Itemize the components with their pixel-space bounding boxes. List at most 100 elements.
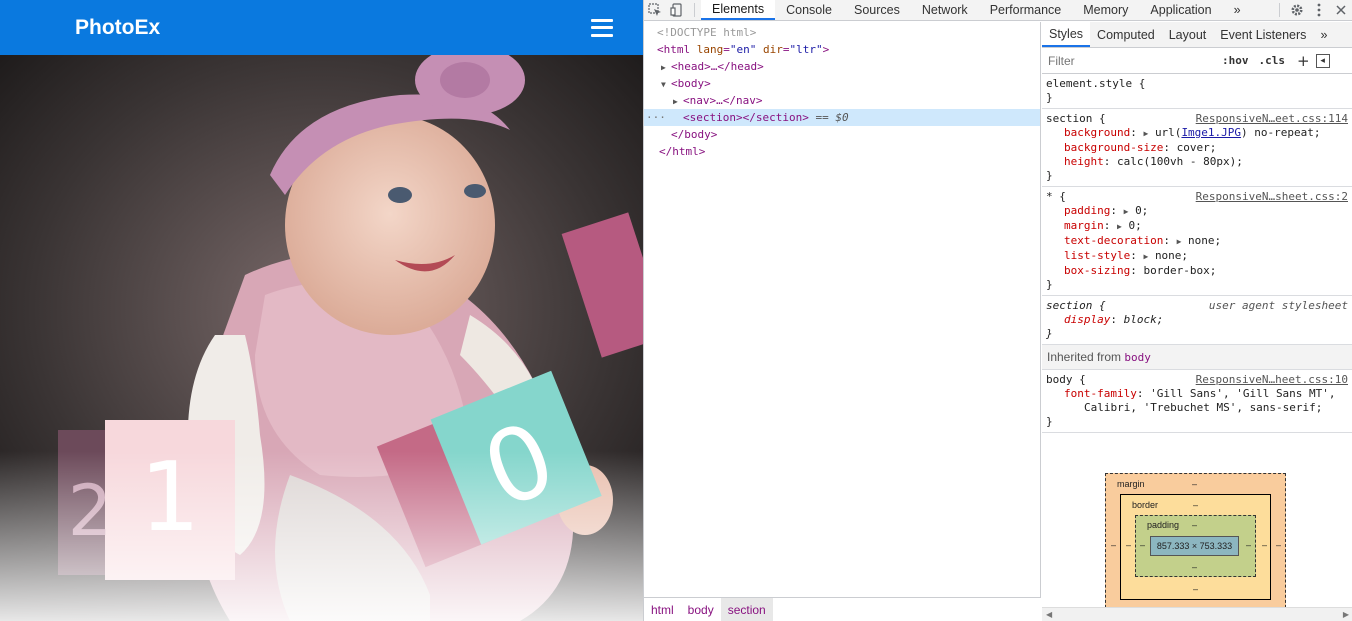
image-url-link[interactable]: Imge1.JPG <box>1181 126 1241 139</box>
tab-performance[interactable]: Performance <box>979 0 1073 20</box>
property-value: none; <box>1188 234 1222 247</box>
rule-close: } <box>1046 415 1053 428</box>
toolbar-divider <box>694 3 695 17</box>
declaration[interactable]: list-style: ▶ none; <box>1046 249 1349 264</box>
dom-nav[interactable]: ▶ <nav>…</nav> <box>644 92 1040 109</box>
tab-event-listeners[interactable]: Event Listeners <box>1213 22 1313 47</box>
hamburger-menu-icon[interactable] <box>591 18 613 37</box>
rule-section[interactable]: section { ResponsiveN…eet.css:114 backgr… <box>1042 109 1352 187</box>
tab-sources[interactable]: Sources <box>843 0 911 20</box>
dom-body-close[interactable]: </body> <box>644 126 1040 143</box>
dom-body-open[interactable]: ▼ <body> <box>644 75 1040 92</box>
property-value: ) no-repeat; <box>1241 126 1321 139</box>
brand-logo[interactable]: PhotoEx <box>75 16 160 40</box>
site-navbar: PhotoEx <box>0 0 643 55</box>
declaration[interactable]: margin: ▶ 0; <box>1046 219 1349 234</box>
crumb-html[interactable]: html <box>644 598 681 621</box>
styles-tabs: Styles Computed Layout Event Listeners » <box>1042 22 1352 48</box>
padding-left-value[interactable]: – <box>1140 540 1145 550</box>
more-tabs-icon[interactable]: » <box>1223 0 1252 20</box>
expand-arrow-icon[interactable]: ▶ <box>1117 222 1122 231</box>
rule-body[interactable]: body { ResponsiveN…heet.css:10 font-fami… <box>1042 370 1352 433</box>
hover-state-toggle[interactable]: :hov <box>1222 54 1249 67</box>
rule-close: } <box>1046 169 1053 182</box>
kebab-menu-icon[interactable] <box>1308 0 1330 20</box>
rule-source-link[interactable]: ResponsiveN…eet.css:114 <box>1196 112 1348 126</box>
tab-application[interactable]: Application <box>1139 0 1222 20</box>
declaration[interactable]: box-sizing: border-box; <box>1046 264 1349 278</box>
box-model-diagram: margin – – – border – – – – padding – – … <box>1105 473 1286 613</box>
nav-tag: <nav>…</nav> <box>683 94 763 107</box>
inspect-element-icon[interactable] <box>644 0 666 20</box>
declaration[interactable]: background: ▶ url(Imge1.JPG) no-repeat; <box>1046 126 1349 141</box>
property-value: block; <box>1123 313 1164 326</box>
declaration[interactable]: font-family: 'Gill Sans', 'Gill Sans MT'… <box>1046 387 1349 401</box>
content-size: 857.333 × 753.333 <box>1156 541 1233 551</box>
computed-sidebar-toggle-icon[interactable]: ◂ <box>1315 53 1330 68</box>
crumb-section[interactable]: section <box>720 598 773 621</box>
border-right-value[interactable]: – <box>1262 540 1267 550</box>
expand-arrow-icon[interactable]: ▶ <box>1143 252 1148 261</box>
margin-top-value[interactable]: – <box>1192 479 1197 489</box>
border-bottom-value[interactable]: – <box>1193 584 1198 594</box>
declaration[interactable]: background-size: cover; <box>1046 141 1349 155</box>
inherited-header: Inherited from body <box>1042 345 1352 370</box>
dom-html-open[interactable]: <html lang="en" dir="ltr"> <box>644 41 1040 58</box>
declaration[interactable]: text-decoration: ▶ none; <box>1046 234 1349 249</box>
lang-attr-value: "en" <box>729 43 757 56</box>
expand-arrow-icon[interactable]: ▶ <box>1177 237 1182 246</box>
scroll-right-icon[interactable]: ▶ <box>1343 610 1349 619</box>
dom-html-close[interactable]: </html> <box>644 143 1040 160</box>
rule-source-link[interactable]: ResponsiveN…heet.css:10 <box>1196 373 1348 387</box>
declaration[interactable]: padding: ▶ 0; <box>1046 204 1349 219</box>
collapse-triangle-icon[interactable]: ▼ <box>661 76 671 93</box>
expand-triangle-icon[interactable]: ▶ <box>661 59 671 76</box>
class-toggle[interactable]: .cls <box>1259 54 1286 67</box>
content-box[interactable]: 857.333 × 753.333 <box>1150 536 1239 556</box>
dir-attr-value: "ltr" <box>789 43 823 56</box>
html-tag: <html <box>657 43 691 56</box>
padding-label: padding <box>1147 520 1180 530</box>
expand-arrow-icon[interactable]: ▶ <box>1143 129 1148 138</box>
tab-styles[interactable]: Styles <box>1042 22 1091 47</box>
device-toolbar-icon[interactable] <box>666 0 688 20</box>
declaration[interactable]: height: calc(100vh - 80px); <box>1046 155 1349 169</box>
styles-filter-input[interactable] <box>1046 50 1212 71</box>
margin-left-value[interactable]: – <box>1111 540 1116 550</box>
expand-arrow-icon[interactable]: ▶ <box>1124 207 1129 216</box>
tab-console[interactable]: Console <box>775 0 843 20</box>
dom-section-selected[interactable]: ··· <section></section> == $0 <box>644 109 1040 126</box>
settings-gear-icon[interactable] <box>1286 0 1308 20</box>
styles-horizontal-scrollbar[interactable]: ◀ ▶ <box>1042 607 1352 621</box>
node-actions-icon[interactable]: ··· <box>646 109 666 126</box>
more-styles-tabs-icon[interactable]: » <box>1313 22 1334 47</box>
rule-source-link[interactable]: ResponsiveN…sheet.css:2 <box>1196 190 1348 204</box>
tab-elements[interactable]: Elements <box>701 0 776 20</box>
tab-computed[interactable]: Computed <box>1090 22 1162 47</box>
property-name: box-sizing <box>1064 264 1131 277</box>
border-top-value[interactable]: – <box>1193 500 1198 510</box>
inherited-from-link[interactable]: body <box>1124 351 1151 364</box>
tab-memory[interactable]: Memory <box>1072 0 1139 20</box>
padding-box: padding – – – – 857.333 × 753.333 <box>1135 515 1256 577</box>
rule-element-style[interactable]: element.style { } <box>1042 74 1352 109</box>
close-devtools-icon[interactable] <box>1330 0 1352 20</box>
property-value: border-box; <box>1143 264 1217 277</box>
tab-layout[interactable]: Layout <box>1162 22 1214 47</box>
margin-right-value[interactable]: – <box>1276 540 1281 550</box>
crumb-body[interactable]: body <box>681 598 721 621</box>
rule-close: } <box>1046 278 1053 291</box>
expand-triangle-icon[interactable]: ▶ <box>673 93 683 110</box>
rule-section-user-agent[interactable]: section { user agent stylesheet display:… <box>1042 296 1352 345</box>
border-left-value[interactable]: – <box>1126 540 1131 550</box>
new-rule-icon[interactable]: + <box>1297 52 1310 70</box>
padding-bottom-value[interactable]: – <box>1192 562 1197 572</box>
tab-network[interactable]: Network <box>911 0 979 20</box>
rule-source-label: user agent stylesheet <box>1208 299 1348 312</box>
dom-head[interactable]: ▶ <head>…</head> <box>644 58 1040 75</box>
padding-right-value[interactable]: – <box>1246 540 1251 550</box>
dom-doctype[interactable]: <!DOCTYPE html> <box>644 24 1040 41</box>
scroll-left-icon[interactable]: ◀ <box>1046 610 1052 619</box>
rule-universal[interactable]: * { ResponsiveN…sheet.css:2 padding: ▶ 0… <box>1042 187 1352 296</box>
padding-top-value[interactable]: – <box>1192 520 1197 530</box>
